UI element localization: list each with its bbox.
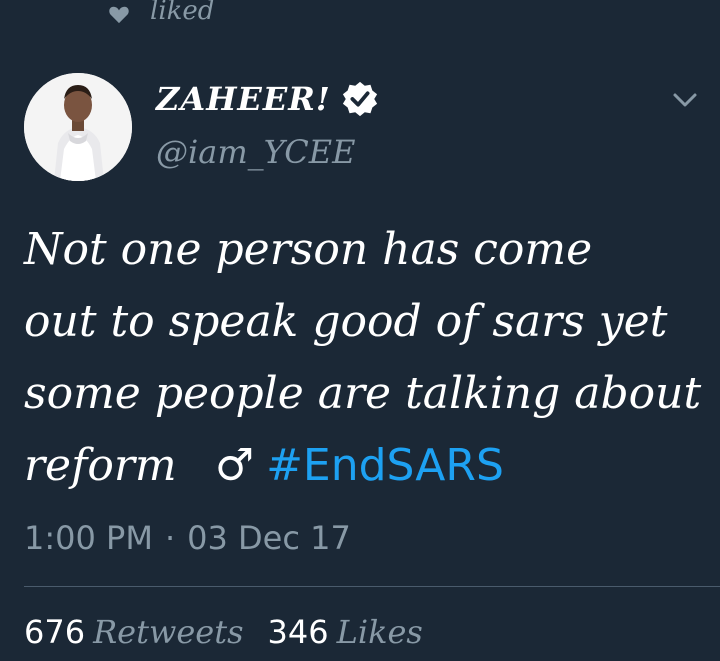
avatar-image [24,73,132,181]
tweet-time: 1:00 PM [24,519,153,557]
timestamp-separator: · [164,519,176,557]
social-context-label: liked [150,0,215,26]
social-context: liked [108,0,214,28]
likes-count[interactable]: 346 [268,608,329,656]
likes-label[interactable]: Likes [337,608,423,656]
chevron-down-icon[interactable] [672,90,698,110]
avatar[interactable] [24,73,132,181]
tweet-timestamp[interactable]: 1:00 PM · 03 Dec 17 [24,518,351,558]
display-name[interactable]: ZAHEER! [156,83,331,115]
retweets-label[interactable]: Retweets [93,608,243,656]
author-handle[interactable]: @iam_YCEE [156,136,355,168]
tweet-text-line: out to speak good of sars yet [24,296,668,347]
tweet-text-last-line: reform ♂ #EndSARS [24,430,704,502]
hashtag-link[interactable]: #EndSARS [266,440,504,491]
author-name-row: ZAHEER! [156,80,379,118]
male-sign-emoji: ♂ [214,440,255,491]
divider [24,586,720,587]
verified-badge-icon [342,81,377,117]
heart-icon [109,6,129,24]
tweet-text-line: Not one person has come [24,224,593,275]
retweets-count[interactable]: 676 [24,608,85,656]
tweet-text: Not one person has come out to speak goo… [24,214,704,502]
tweet-date: 03 Dec 17 [187,519,351,557]
tweet-text-line: some people are talking about [24,368,702,419]
tweet-text-word: reform [24,440,177,491]
tweet-stats: 676 Retweets 346 Likes [24,608,447,656]
